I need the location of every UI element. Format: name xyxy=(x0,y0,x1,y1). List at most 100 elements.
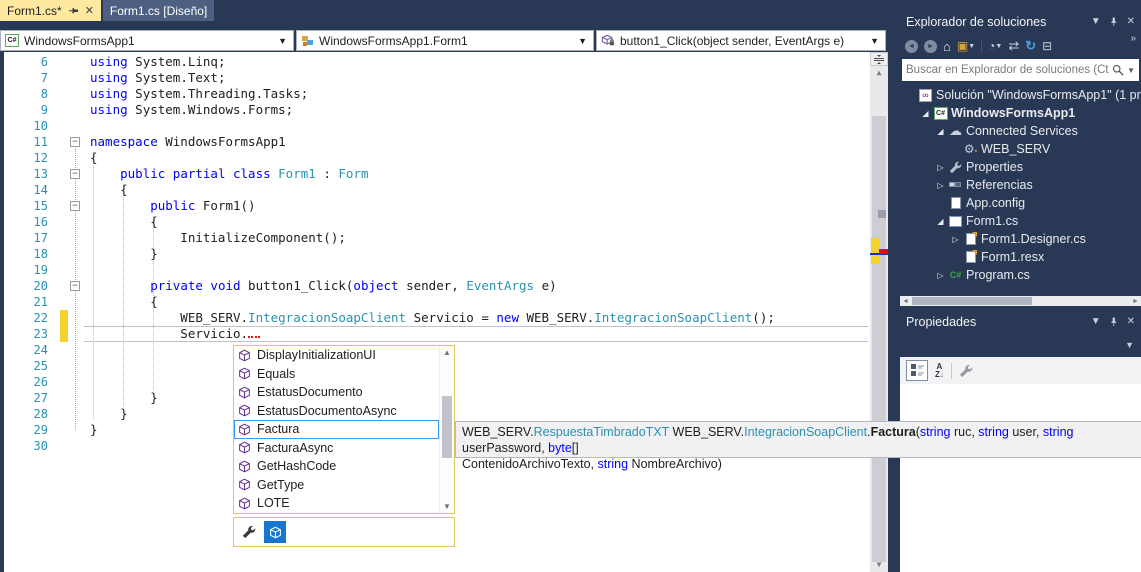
code-line-17[interactable]: 17 InitializeComponent(); xyxy=(4,230,868,246)
collapse-region-icon[interactable]: − xyxy=(70,281,80,291)
code-line-20[interactable]: 20− private void button1_Click(object se… xyxy=(4,278,868,294)
intellisense-item-GetType[interactable]: GetType xyxy=(234,476,439,495)
back-icon[interactable]: ◄ xyxy=(905,40,918,53)
forward-icon[interactable]: ► xyxy=(924,40,937,53)
fold-margin[interactable]: − xyxy=(68,134,84,150)
scrollbar-thumb[interactable] xyxy=(872,116,886,562)
code-line-11[interactable]: 11−namespace WindowsFormsApp1 xyxy=(4,134,868,150)
intellisense-item-EstatusDocumento[interactable]: EstatusDocumento xyxy=(234,383,439,402)
close-icon[interactable]: ✕ xyxy=(85,4,94,17)
properties-titlebar[interactable]: Propiedades ▼ ✕ xyxy=(900,310,1141,333)
scrollbar-thumb[interactable] xyxy=(912,297,1032,305)
intellisense-item-Equals[interactable]: Equals xyxy=(234,365,439,384)
expanded-arrow-icon[interactable]: ◢ xyxy=(934,127,947,136)
intellisense-item-DisplayInitializationUI[interactable]: DisplayInitializationUI xyxy=(234,346,439,365)
chevron-down-icon[interactable]: ▼ xyxy=(1091,16,1101,27)
tree-item-form1-designer-cs[interactable]: ▷Form1.Designer.cs xyxy=(900,230,1141,248)
code-line-21[interactable]: 21 { xyxy=(4,294,868,310)
tree-item-program-cs[interactable]: ▷C#Program.cs xyxy=(900,266,1141,284)
code-line-18[interactable]: 18 } xyxy=(4,246,868,262)
tab-form1-cs-design[interactable]: Form1.cs [Diseño] xyxy=(103,0,214,21)
property-pages-wrench-icon[interactable] xyxy=(242,525,256,539)
code-line-23[interactable]: 23 Servicio. xyxy=(4,326,868,342)
scroll-right-arrow-icon[interactable]: ► xyxy=(1130,298,1141,305)
properties-object-dropdown[interactable]: ▼ xyxy=(900,333,1141,357)
code-line-19[interactable]: 19 xyxy=(4,262,868,278)
collapse-region-icon[interactable]: − xyxy=(70,137,80,147)
solution-explorer-hscrollbar[interactable]: ◄ ► xyxy=(900,296,1141,306)
pin-icon[interactable] xyxy=(1110,317,1118,327)
project-dropdown[interactable]: C# WindowsFormsApp1 ▼ xyxy=(0,30,294,51)
tab-form1-cs[interactable]: Form1.cs* ✕ xyxy=(0,0,101,21)
editor-vertical-scrollbar[interactable]: ▲ ▼ xyxy=(870,52,888,572)
filter-methods-button[interactable] xyxy=(264,521,286,543)
code-line-10[interactable]: 10 xyxy=(4,118,868,134)
intellisense-item-LOTE[interactable]: LOTE xyxy=(234,494,439,513)
tree-item-connected-services[interactable]: ◢☁Connected Services xyxy=(900,122,1141,140)
sync-with-active-document-icon[interactable]: ⇄ xyxy=(1008,38,1019,54)
property-pages-wrench-icon[interactable] xyxy=(959,364,973,378)
tree-item-form1-cs[interactable]: ◢Form1.cs xyxy=(900,212,1141,230)
code-line-6[interactable]: 6using System.Linq; xyxy=(4,54,868,70)
scroll-up-arrow-icon[interactable]: ▲ xyxy=(440,348,454,357)
collapsed-arrow-icon[interactable]: ▷ xyxy=(934,271,947,280)
expanded-arrow-icon[interactable]: ◢ xyxy=(934,217,947,226)
collapsed-arrow-icon[interactable]: ▷ xyxy=(934,181,947,190)
code-line-22[interactable]: 22 WEB_SERV.IntegracionSoapClient Servic… xyxy=(4,310,868,326)
pin-icon[interactable] xyxy=(1110,17,1118,27)
refresh-icon[interactable]: ↻ xyxy=(1025,38,1036,54)
collapsed-arrow-icon[interactable]: ▷ xyxy=(934,163,947,172)
alphabetical-sort-icon[interactable]: AZ↓ xyxy=(935,363,944,379)
collapse-region-icon[interactable]: − xyxy=(70,169,80,179)
close-icon[interactable]: ✕ xyxy=(1127,316,1135,327)
member-dropdown[interactable]: button1_Click(object sender, EventArgs e… xyxy=(596,30,886,51)
chevron-down-icon[interactable]: ▼ xyxy=(1091,316,1101,327)
tree-item-form1-resx[interactable]: Form1.resx xyxy=(900,248,1141,266)
tree-item-referencias[interactable]: ▷Referencias xyxy=(900,176,1141,194)
intellisense-item-Factura[interactable]: Factura xyxy=(234,420,439,439)
code-line-15[interactable]: 15− public Form1() xyxy=(4,198,868,214)
search-input[interactable]: Buscar en Explorador de soluciones (Ct xyxy=(906,64,1112,76)
intellisense-item-EstatusDocumentoAsync[interactable]: EstatusDocumentoAsync xyxy=(234,402,439,421)
solution-explorer-titlebar[interactable]: Explorador de soluciones ▼ ✕ xyxy=(900,10,1141,33)
code-line-12[interactable]: 12{ xyxy=(4,150,868,166)
solution-explorer-search[interactable]: Buscar en Explorador de soluciones (Ct ▼ xyxy=(902,59,1139,81)
type-dropdown[interactable]: WindowsFormsApp1.Form1 ▼ xyxy=(296,30,594,51)
collapsed-arrow-icon[interactable]: ▷ xyxy=(949,235,962,244)
pin-icon[interactable] xyxy=(69,6,78,16)
home-icon[interactable]: ⌂ xyxy=(943,39,951,54)
intellisense-item-GetHashCode[interactable]: GetHashCode xyxy=(234,457,439,476)
code-line-16[interactable]: 16 { xyxy=(4,214,868,230)
code-line-8[interactable]: 8using System.Threading.Tasks; xyxy=(4,86,868,102)
expanded-arrow-icon[interactable]: ◢ xyxy=(919,109,932,118)
close-icon[interactable]: ✕ xyxy=(1127,16,1135,27)
editor-splitter-handle[interactable] xyxy=(870,52,888,66)
switch-views-icon[interactable]: ▣▼ xyxy=(957,39,975,53)
intellisense-item-FacturaAsync[interactable]: FacturaAsync xyxy=(234,439,439,458)
tree-item-soluci-n-windowsformsapp1-1-proy[interactable]: ∞Solución "WindowsFormsApp1" (1 proy xyxy=(900,86,1141,104)
scroll-down-arrow-icon[interactable]: ▼ xyxy=(870,558,888,572)
fold-margin[interactable]: − xyxy=(68,166,84,182)
tree-item-properties[interactable]: ▷Properties xyxy=(900,158,1141,176)
fold-margin[interactable]: − xyxy=(68,278,84,294)
chevron-down-icon[interactable]: ▼ xyxy=(1127,66,1135,75)
pending-changes-filter-icon[interactable]: ◔▼ xyxy=(988,39,1002,53)
code-line-9[interactable]: 9using System.Windows.Forms; xyxy=(4,102,868,118)
scroll-down-arrow-icon[interactable]: ▼ xyxy=(440,502,454,511)
code-line-7[interactable]: 7using System.Text; xyxy=(4,70,868,86)
scrollbar-thumb[interactable] xyxy=(442,396,452,458)
collapse-region-icon[interactable]: − xyxy=(70,201,80,211)
code-line-14[interactable]: 14 { xyxy=(4,182,868,198)
collapse-all-icon[interactable]: ⊟ xyxy=(1042,39,1052,53)
toolbar-overflow-icon[interactable]: » xyxy=(1130,33,1136,44)
tree-item-app-config[interactable]: App.config xyxy=(900,194,1141,212)
code-line-13[interactable]: 13− public partial class Form1 : Form xyxy=(4,166,868,182)
fold-margin[interactable]: − xyxy=(68,198,84,214)
intellisense-scrollbar[interactable]: ▲ ▼ xyxy=(439,346,454,513)
categorized-icon[interactable] xyxy=(906,360,928,381)
tree-item-windowsformsapp1[interactable]: ◢C#WindowsFormsApp1 xyxy=(900,104,1141,122)
line-number: 24 xyxy=(4,342,60,358)
scroll-up-arrow-icon[interactable]: ▲ xyxy=(870,66,888,80)
tree-item-web-serv[interactable]: ⚙▪WEB_SERV xyxy=(900,140,1141,158)
scroll-left-arrow-icon[interactable]: ◄ xyxy=(900,298,911,305)
